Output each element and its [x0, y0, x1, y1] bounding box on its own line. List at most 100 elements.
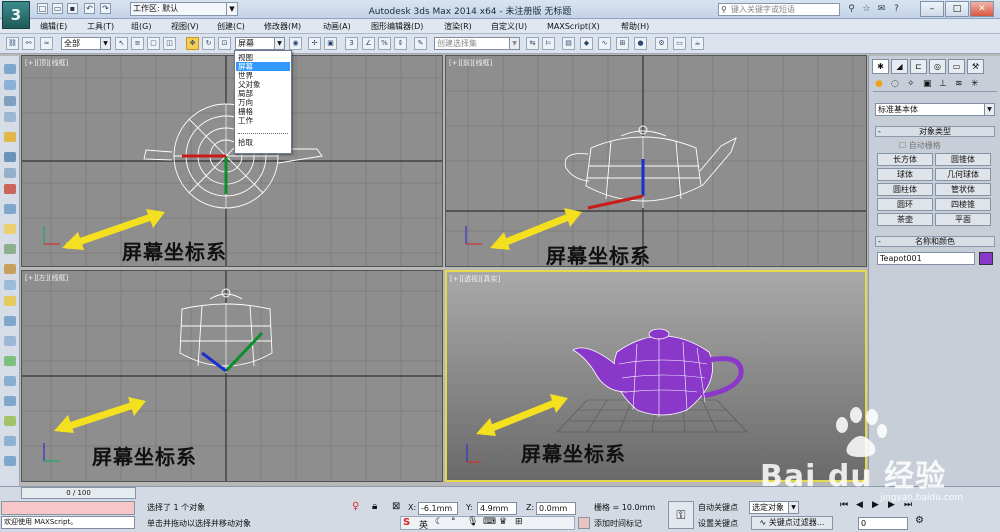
sogou-icon[interactable]: S: [403, 517, 410, 528]
redo-icon[interactable]: ↷: [100, 3, 111, 14]
viewport-label[interactable]: [+][顶][线框]: [25, 58, 68, 68]
ime-mode[interactable]: 英: [419, 518, 428, 531]
menu-tools[interactable]: 工具(T): [84, 20, 117, 33]
tab-hierarchy[interactable]: ⊏: [910, 59, 927, 74]
tab-create[interactable]: ✱: [872, 59, 889, 74]
tool-icon[interactable]: [4, 244, 16, 254]
dropdown-item-local[interactable]: 局部: [236, 89, 290, 98]
tool-icon[interactable]: [4, 456, 16, 466]
lights-icon[interactable]: ✧: [907, 79, 915, 89]
tool-icon[interactable]: [4, 96, 16, 106]
moon-icon[interactable]: ☾: [435, 517, 443, 527]
tool-icon[interactable]: [4, 112, 16, 122]
space-warps-icon[interactable]: ≋: [955, 79, 963, 89]
keyboard-shortcut-override-icon[interactable]: ▣: [324, 37, 337, 50]
tool-icon[interactable]: [4, 280, 16, 290]
time-tag-icon[interactable]: [578, 517, 590, 529]
render-setup-icon[interactable]: ⚙: [655, 37, 668, 50]
maximize-button[interactable]: □: [945, 1, 969, 17]
tool-icon[interactable]: [4, 336, 16, 346]
menu-help[interactable]: 帮助(H): [618, 20, 652, 33]
plane-button[interactable]: 平面: [935, 213, 991, 226]
tool-icon[interactable]: [4, 152, 16, 162]
tool-icon[interactable]: [4, 416, 16, 426]
rectangular-selection-icon[interactable]: ▢: [147, 37, 160, 50]
punctuation-icon[interactable]: °: [451, 517, 456, 527]
shapes-icon[interactable]: ◌: [891, 79, 899, 89]
subscription-icon[interactable]: ☆: [860, 3, 873, 16]
select-and-move-icon[interactable]: ✥: [186, 37, 199, 50]
geosphere-button[interactable]: 几何球体: [935, 168, 991, 181]
select-object-icon[interactable]: ↖: [115, 37, 128, 50]
skin-icon[interactable]: ♛: [499, 517, 507, 527]
menu-group[interactable]: 组(G): [128, 20, 154, 33]
pivot-center-icon[interactable]: ◉: [289, 37, 302, 50]
viewport-top[interactable]: [+][顶][线框] 屏幕坐标系: [21, 55, 443, 267]
tool-icon[interactable]: [4, 224, 16, 234]
teapot-shaded[interactable]: [572, 328, 744, 417]
tool-icon[interactable]: [4, 316, 16, 326]
dropdown-item-pick[interactable]: 拾取: [236, 138, 290, 147]
viewport-label[interactable]: [+][左][线框]: [25, 273, 68, 283]
open-file-icon[interactable]: ▭: [52, 3, 63, 14]
dropdown-item-gimbal[interactable]: 万向: [236, 98, 290, 107]
systems-icon[interactable]: ✳: [971, 79, 979, 89]
time-config-icon[interactable]: ⚙: [915, 515, 924, 526]
tab-modify[interactable]: ◢: [891, 59, 908, 74]
menu-maxscript[interactable]: MAXScript(X): [544, 20, 603, 33]
x-coordinate-input[interactable]: -6.1mm: [418, 502, 458, 515]
workspace-select[interactable]: 工作区: 默认 ▼: [130, 2, 238, 16]
viewport-label[interactable]: [+][透视][真实]: [450, 274, 500, 284]
tab-display[interactable]: ▭: [948, 59, 965, 74]
dropdown-item-parent[interactable]: 父对象: [236, 80, 290, 89]
dropdown-item-working[interactable]: 工作: [236, 116, 290, 125]
dropdown-item-world[interactable]: 世界: [236, 71, 290, 80]
tab-motion[interactable]: ◎: [929, 59, 946, 74]
tube-button[interactable]: 管状体: [935, 183, 991, 196]
viewport-left[interactable]: [+][左][线框] 屏幕坐标系: [21, 270, 443, 482]
sphere-button[interactable]: 球体: [877, 168, 933, 181]
percent-snap-icon[interactable]: %: [378, 37, 391, 50]
tool-icon[interactable]: [4, 296, 16, 306]
manage-layers-icon[interactable]: ▤: [562, 37, 575, 50]
cameras-icon[interactable]: ▣: [923, 79, 932, 89]
object-type-rollout-header[interactable]: - 对象类型: [875, 126, 995, 137]
keyboard-icon[interactable]: ⌨: [483, 517, 496, 527]
tab-utilities[interactable]: ⚒: [967, 59, 984, 74]
menu-edit[interactable]: 编辑(E): [37, 20, 70, 33]
close-button[interactable]: ✕: [970, 1, 994, 17]
helpers-icon[interactable]: ⊥: [939, 79, 947, 89]
snaps-toggle-icon[interactable]: 3: [345, 37, 358, 50]
key-filters-button[interactable]: ∿ 关键点过滤器...: [751, 516, 833, 530]
tool-icon[interactable]: [4, 80, 16, 90]
link-icon[interactable]: ⛓: [6, 37, 19, 50]
mirror-icon[interactable]: ⇆: [526, 37, 539, 50]
help-icon[interactable]: ?: [890, 3, 903, 16]
minimize-button[interactable]: –: [920, 1, 944, 17]
add-time-tag[interactable]: 添加时间标记: [594, 518, 642, 530]
tool-icon[interactable]: [4, 376, 16, 386]
torus-button[interactable]: 圆环: [877, 198, 933, 211]
communication-icon[interactable]: ✉: [875, 3, 888, 16]
menu-modifiers[interactable]: 修改器(M): [261, 20, 304, 33]
tool-icon[interactable]: [4, 436, 16, 446]
select-and-scale-icon[interactable]: ⊡: [218, 37, 231, 50]
undo-icon[interactable]: ↶: [84, 3, 95, 14]
geometry-icon[interactable]: ●: [875, 79, 883, 89]
angle-snap-icon[interactable]: ∠: [362, 37, 375, 50]
schematic-view-icon[interactable]: ⊞: [616, 37, 629, 50]
dropdown-item-screen[interactable]: 屏幕: [236, 62, 290, 71]
maxscript-listener-pink[interactable]: [1, 501, 135, 515]
menu-create[interactable]: 创建(C): [214, 20, 248, 33]
edit-named-selection-icon[interactable]: ✎: [414, 37, 427, 50]
set-key-button[interactable]: 设置关键点: [698, 518, 738, 530]
geometry-type-select[interactable]: 标准基本体 ▼: [875, 103, 995, 116]
material-editor-icon[interactable]: ●: [634, 37, 647, 50]
microphone-icon[interactable]: 🎙︎: [467, 517, 478, 527]
apps-icon[interactable]: ⊞: [515, 517, 523, 527]
object-color-swatch[interactable]: [979, 252, 993, 265]
select-and-rotate-icon[interactable]: ↻: [202, 37, 215, 50]
reference-coordinate-system-select[interactable]: 屏幕 ▼: [235, 37, 285, 50]
menu-customize[interactable]: 自定义(U): [488, 20, 530, 33]
tool-icon[interactable]: [4, 132, 16, 142]
